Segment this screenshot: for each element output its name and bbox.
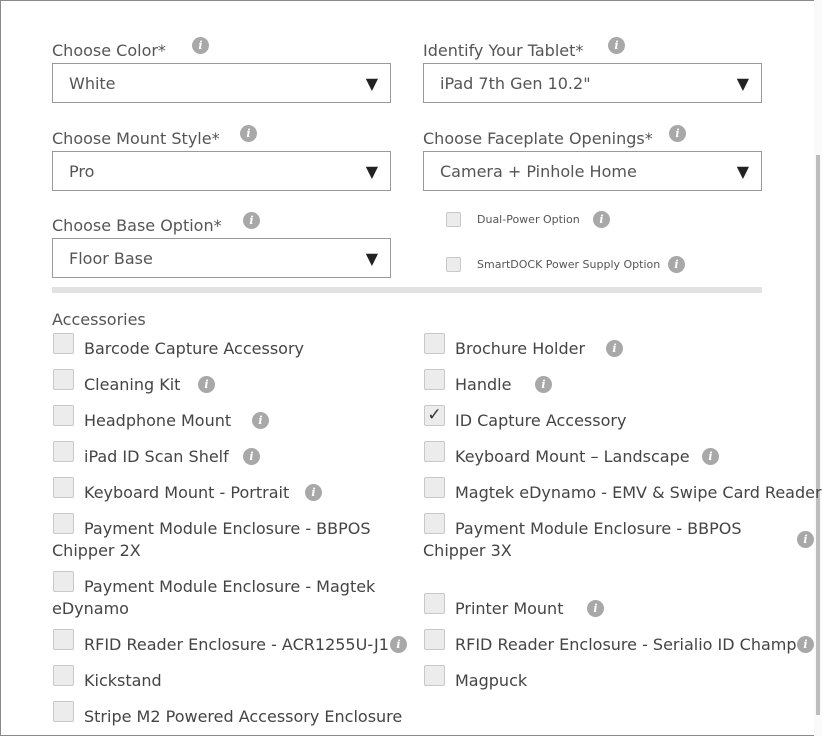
accessory-label: iPad ID Scan Shelf: [84, 447, 229, 466]
printer-mount-info-icon[interactable]: i: [587, 600, 604, 617]
accessory-checkbox-id-capture[interactable]: ✓: [424, 405, 445, 426]
accessory-checkbox-headphone-mount[interactable]: [53, 405, 74, 426]
base-select-value: Floor Base: [69, 249, 153, 268]
accessory-checkbox-bbpos-2x[interactable]: [53, 513, 74, 534]
smartdock-checkbox[interactable]: [446, 257, 461, 272]
mount-style-info-icon[interactable]: i: [240, 125, 257, 142]
accessory-label: RFID Reader Enclosure - Serialio ID Cham…: [455, 635, 797, 654]
accessory-checkbox-magpuck[interactable]: [424, 665, 445, 686]
dual-power-info-icon[interactable]: i: [593, 211, 610, 228]
keyboard-portrait-info-icon[interactable]: i: [305, 484, 322, 501]
smartdock-info-icon[interactable]: i: [668, 256, 685, 273]
accessories-heading: Accessories: [52, 310, 146, 329]
accessory-checkbox-magtek-enclosure[interactable]: [53, 571, 74, 592]
accessory-checkbox-printer-mount[interactable]: [424, 593, 445, 614]
accessory-label-line2: Chipper 2X: [52, 541, 141, 560]
window-frame: [0, 0, 822, 736]
rfid-serialio-info-icon[interactable]: i: [797, 636, 814, 653]
accessory-label: Payment Module Enclosure - BBPOS: [455, 519, 742, 538]
faceplate-select-value: Camera + Pinhole Home: [440, 162, 637, 181]
accessory-label: RFID Reader Enclosure - ACR1255U-J1: [84, 635, 389, 654]
headphone-mount-info-icon[interactable]: i: [252, 412, 269, 429]
accessory-label: Barcode Capture Accessory: [84, 339, 304, 358]
chevron-down-icon: ▼: [736, 162, 749, 181]
accessory-label: Payment Module Enclosure - Magtek: [84, 577, 376, 596]
chevron-down-icon: ▼: [736, 74, 749, 93]
color-select[interactable]: White ▼: [52, 63, 391, 103]
mount-style-select[interactable]: Pro ▼: [52, 151, 391, 191]
accessory-label: Stripe M2 Powered Accessory Enclosure: [84, 707, 403, 726]
keyboard-landscape-info-icon[interactable]: i: [702, 448, 719, 465]
accessory-checkbox-magtek-edynamo[interactable]: [424, 477, 445, 498]
choose-color-label: Choose Color*: [52, 41, 166, 60]
chevron-down-icon: ▼: [365, 74, 378, 93]
faceplate-select[interactable]: Camera + Pinhole Home ▼: [423, 151, 762, 191]
accessory-checkbox-rfid-serialio[interactable]: [424, 629, 445, 650]
accessory-label: Magpuck: [455, 671, 528, 690]
smartdock-label: SmartDOCK Power Supply Option: [477, 258, 661, 271]
cleaning-kit-info-icon[interactable]: i: [198, 376, 215, 393]
accessory-label: Keyboard Mount - Portrait: [84, 483, 290, 502]
accessory-checkbox-cleaning-kit[interactable]: [53, 369, 74, 390]
mount-style-select-value: Pro: [69, 162, 95, 181]
faceplate-info-icon[interactable]: i: [669, 125, 686, 142]
accessory-checkbox-barcode-capture[interactable]: [53, 333, 74, 354]
accessory-checkbox-kickstand[interactable]: [53, 665, 74, 686]
tablet-select-value: iPad 7th Gen 10.2": [440, 74, 591, 93]
accessory-checkbox-brochure-holder[interactable]: [424, 333, 445, 354]
faceplate-label: Choose Faceplate Openings*: [423, 129, 653, 148]
dual-power-checkbox[interactable]: [446, 212, 461, 227]
choose-color-info-icon[interactable]: i: [192, 37, 209, 54]
base-select[interactable]: Floor Base ▼: [52, 238, 391, 278]
ipad-id-scan-shelf-info-icon[interactable]: i: [243, 448, 260, 465]
accessory-label: Printer Mount: [455, 599, 564, 618]
accessory-label: ID Capture Accessory: [455, 411, 627, 430]
accessory-label-line2: Chipper 3X: [423, 541, 512, 560]
accessory-label: Cleaning Kit: [84, 375, 181, 394]
base-option-label: Choose Base Option*: [52, 216, 222, 235]
accessory-label: Magtek eDynamo - EMV & Swipe Card Reader: [455, 483, 822, 502]
accessory-label-line2: eDynamo: [52, 599, 129, 618]
bbpos-3x-info-icon[interactable]: i: [797, 531, 814, 548]
color-select-value: White: [69, 74, 116, 93]
handle-info-icon[interactable]: i: [535, 376, 552, 393]
base-option-info-icon[interactable]: i: [243, 212, 260, 229]
accessory-checkbox-rfid-acr1255[interactable]: [53, 629, 74, 650]
accessory-checkbox-keyboard-portrait[interactable]: [53, 477, 74, 498]
identify-tablet-info-icon[interactable]: i: [608, 37, 625, 54]
accessory-label: Handle: [455, 375, 512, 394]
identify-tablet-label: Identify Your Tablet*: [423, 41, 584, 60]
chevron-down-icon: ▼: [365, 162, 378, 181]
accessory-checkbox-bbpos-3x[interactable]: [424, 513, 445, 534]
accessory-checkbox-keyboard-landscape[interactable]: [424, 441, 445, 462]
accessory-label: Kickstand: [84, 671, 162, 690]
accessory-label: Payment Module Enclosure - BBPOS: [84, 519, 371, 538]
accessory-checkbox-stripe-m2[interactable]: [53, 701, 74, 722]
accessory-label: Keyboard Mount – Landscape: [455, 447, 690, 466]
section-divider: [52, 287, 762, 293]
accessory-checkbox-ipad-id-scan-shelf[interactable]: [53, 441, 74, 462]
brochure-holder-info-icon[interactable]: i: [606, 340, 623, 357]
accessory-label: Brochure Holder: [455, 339, 586, 358]
tablet-select[interactable]: iPad 7th Gen 10.2" ▼: [423, 63, 762, 103]
dual-power-label: Dual-Power Option: [477, 213, 580, 226]
accessory-label: Headphone Mount: [84, 411, 232, 430]
accessory-checkbox-handle[interactable]: [424, 369, 445, 390]
chevron-down-icon: ▼: [365, 249, 378, 268]
mount-style-label: Choose Mount Style*: [52, 129, 220, 148]
rfid-acr1255-info-icon[interactable]: i: [390, 636, 407, 653]
scrollbar-thumb[interactable]: [816, 155, 820, 715]
